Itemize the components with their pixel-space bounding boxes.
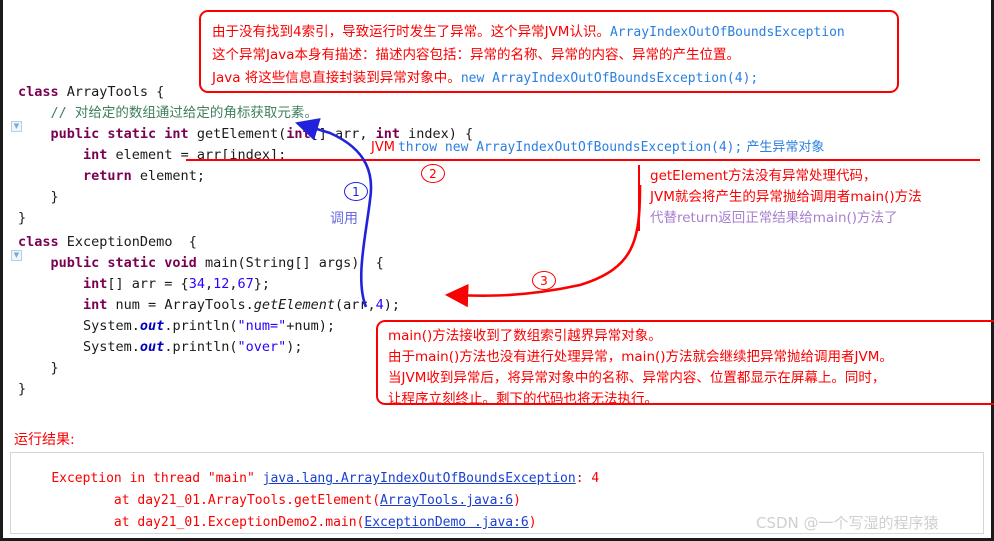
code-token: ); (383, 297, 401, 313)
code-token: } (18, 210, 27, 226)
annotation-top-line3: Java 将这些信息直接封装到异常对象中。new ArrayIndexOutOf… (212, 68, 758, 89)
code-token: out (139, 318, 165, 334)
code-token: , (204, 276, 214, 292)
code-line: } (18, 208, 473, 229)
annotation-right-line3: 代替return返回正常结果给main()方法了 (650, 210, 898, 226)
code-token: }; (253, 276, 271, 292)
annotation-top-line1: 由于没有找到4索引，导致运行时发生了异常。这个异常JVM认识。ArrayInde… (212, 22, 845, 43)
code-token: .println( (164, 339, 238, 355)
code-token: System. (18, 318, 140, 334)
code-token: (arr, (335, 297, 376, 313)
code-token: , (229, 276, 238, 292)
code-token: 4 (375, 297, 384, 313)
code-fold-marker-2[interactable]: ▼ (11, 250, 22, 261)
code-token: ); (286, 339, 303, 355)
code-token: System. (18, 339, 140, 355)
result-label: 运行结果: (14, 432, 75, 448)
code-line: public static void main(String[] args) { (18, 253, 400, 274)
annotation-bottom-line3: 当JVM收到异常后，将异常对象中的名称、异常内容、位置都显示在屏幕上。同时， (388, 370, 886, 386)
code-line: } (18, 379, 400, 400)
code-line: } (18, 358, 400, 379)
call-label: 调用 (330, 211, 358, 227)
console-line-3-link[interactable]: ExceptionDemo .java:6 (364, 515, 528, 530)
marker-2: 2 (421, 164, 445, 183)
code-line: int num = ArrayTools.getElement(arr,4); (18, 295, 400, 316)
annotation-throw-code: throw new ArrayIndexOutOfBoundsException… (397, 140, 743, 155)
code-token: "num=" (237, 318, 287, 334)
annotation-top-line3-code: new ArrayIndexOutOfBoundsException(4); (460, 71, 759, 86)
console-line-1-tail: : 4 (575, 471, 600, 486)
code-line: return element; (18, 166, 473, 187)
console-line-3-head: at day21_01.ExceptionDemo2.main( (51, 515, 365, 530)
code-token: public static void (18, 255, 205, 271)
code-token: } (18, 189, 59, 205)
code-line: System.out.println("over"); (18, 337, 400, 358)
code-token: class (18, 234, 67, 250)
marker-1: 1 (344, 182, 368, 201)
annotation-right-bar (638, 165, 640, 231)
code-token: } (18, 360, 59, 376)
code-token: num = ArrayTools. (115, 297, 254, 313)
annotation-throw-suffix: 产生异常对象 (746, 140, 825, 155)
code-line: int[] arr = {34,12,67}; (18, 274, 400, 295)
console-line-3: at day21_01.ExceptionDemo2.main(Exceptio… (20, 500, 537, 541)
frame-border-left (0, 0, 3, 541)
annotation-throw-prefix: JVM (371, 140, 395, 155)
code-token: [] arr = { (107, 276, 189, 292)
annotation-top-line2: 这个异常Java本身有描述：描述内容包括：异常的名称、异常的内容、异常的产生位置… (212, 47, 741, 63)
code-token: 12 (213, 276, 230, 292)
code-token: class (18, 84, 67, 100)
code-token: int (18, 297, 116, 313)
screenshot-root: class ArrayTools { // 对给定的数组通过给定的角标获取元素。… (0, 0, 994, 541)
annotation-bottom-line4: 让程序立刻终止。剩下的代码也将无法执行。 (388, 391, 658, 407)
code-token: +num); (286, 318, 336, 334)
code-token: int (18, 276, 108, 292)
code-fold-marker[interactable]: ▼ (11, 121, 22, 132)
annotation-throw-line: JVM throw new ArrayIndexOutOfBoundsExcept… (371, 138, 824, 158)
code-line: } (18, 187, 473, 208)
code-line: class ExceptionDemo { (18, 232, 400, 253)
code-token: ArrayTools { (66, 84, 165, 100)
code-line: System.out.println("num="+num); (18, 316, 400, 337)
annotation-right-line1: getElement方法没有异常处理代码， (650, 168, 877, 184)
annotation-bottom-line1: main()方法接收到了数组索引越界异常对象。 (388, 328, 662, 344)
code-token: int (286, 126, 311, 142)
code-token: } (18, 381, 27, 397)
annotation-bottom-line2: 由于main()方法也没有进行处理异常，main()方法就会继续把异常抛给调用者… (388, 349, 893, 365)
code-token: getElement (253, 297, 335, 313)
code-token: out (139, 339, 165, 355)
code-token: ExceptionDemo { (66, 234, 197, 250)
code-token: getElement( (196, 126, 287, 142)
code-block-exception-demo: class ExceptionDemo { public static void… (18, 232, 400, 400)
annotation-underline-rule (186, 159, 980, 161)
code-token: element; (139, 168, 205, 184)
code-token: 34 (188, 276, 205, 292)
marker-3: 3 (532, 271, 556, 290)
code-token: return (18, 168, 140, 184)
code-token: public static int (18, 126, 197, 142)
code-token: .println( (164, 318, 238, 334)
code-token: 67 (237, 276, 254, 292)
csdn-watermark: CSDN @一个写湿的程序猿 (756, 514, 939, 532)
code-token: main(String[] args) { (204, 255, 384, 271)
annotation-top-line3-cn: Java 将这些信息直接封装到异常对象中。 (212, 70, 461, 86)
annotation-top-line1-cn: 由于没有找到4索引，导致运行时发生了异常。这个异常JVM认识。 (212, 24, 610, 40)
annotation-top-line1-code: ArrayIndexOutOfBoundsException (609, 25, 845, 40)
code-line: // 对给定的数组通过给定的角标获取元素。 (18, 103, 473, 124)
code-token: [] arr, (310, 126, 376, 142)
code-token: // 对给定的数组通过给定的角标获取元素。 (18, 105, 318, 121)
console-line-3-tail: ) (528, 515, 537, 530)
annotation-right-line2: JVM就会将产生的异常抛给调用者main()方法 (650, 189, 922, 205)
code-token: int (18, 147, 116, 163)
code-token: "over" (237, 339, 287, 355)
